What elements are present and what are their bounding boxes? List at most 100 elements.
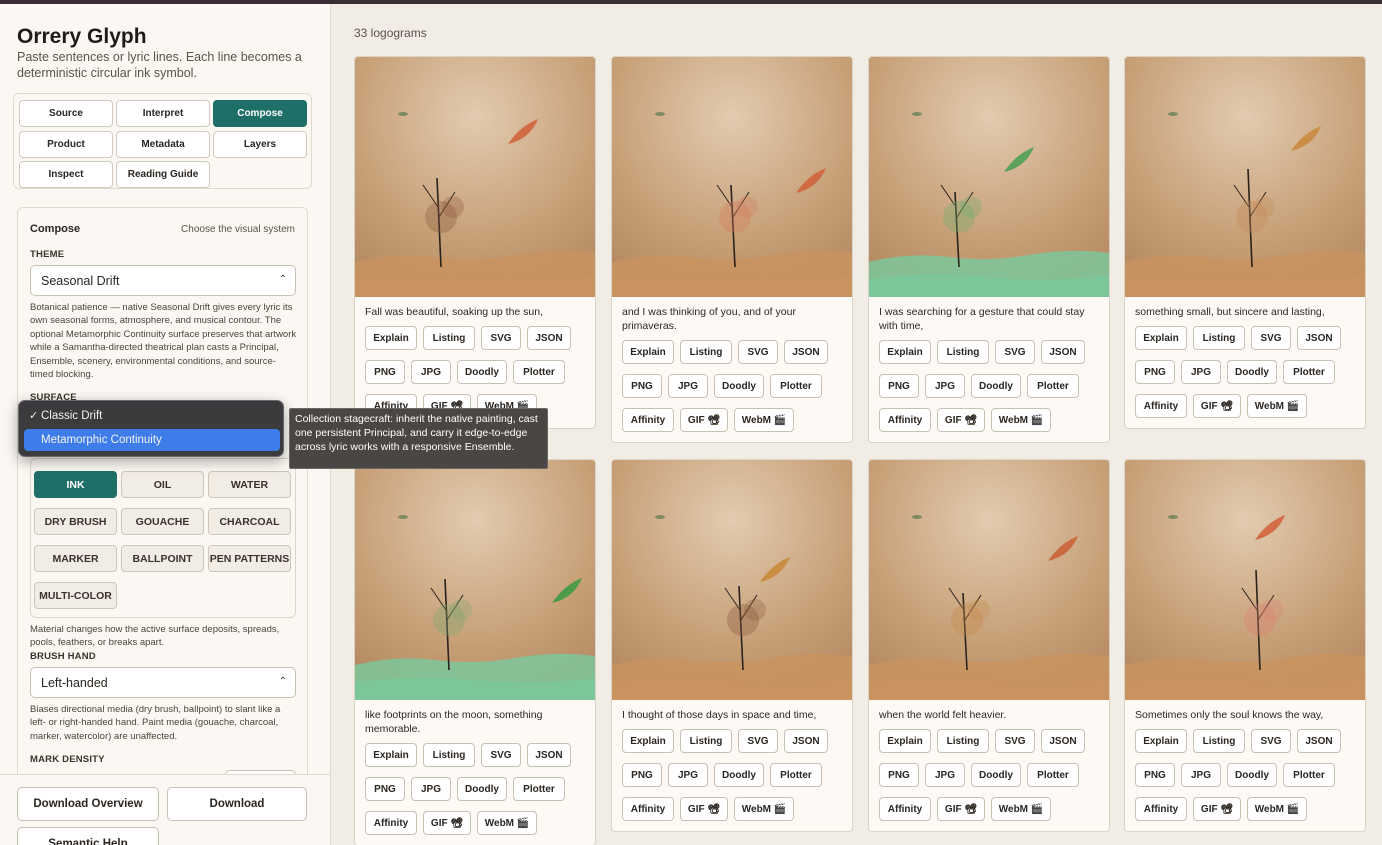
png-button[interactable]: PNG: [879, 374, 919, 398]
webm-button[interactable]: WebM 🎬: [1247, 394, 1307, 418]
webm-button[interactable]: WebM 🎬: [734, 408, 794, 432]
material-charcoal[interactable]: CHARCOAL: [208, 508, 291, 535]
explain-button[interactable]: Explain: [879, 729, 931, 753]
surface-option-classic-drift[interactable]: ✓ Classic Drift: [24, 405, 280, 427]
webm-button[interactable]: WebM 🎬: [734, 797, 794, 821]
plotter-button[interactable]: Plotter: [1283, 763, 1335, 787]
doodly-button[interactable]: Doodly: [457, 360, 507, 384]
affinity-button[interactable]: Affinity: [622, 408, 674, 432]
explain-button[interactable]: Explain: [365, 743, 417, 767]
gif-button[interactable]: GIF 📽: [937, 797, 985, 821]
svg-button[interactable]: SVG: [1251, 729, 1291, 753]
download-overview-button[interactable]: Download Overview: [17, 787, 159, 821]
doodly-button[interactable]: Doodly: [714, 374, 764, 398]
tab-source[interactable]: Source: [19, 100, 113, 127]
plotter-button[interactable]: Plotter: [1027, 763, 1079, 787]
listing-button[interactable]: Listing: [680, 340, 732, 364]
tab-metadata[interactable]: Metadata: [116, 131, 210, 158]
png-button[interactable]: PNG: [365, 360, 405, 384]
doodly-button[interactable]: Doodly: [1227, 763, 1277, 787]
logogram-artwork[interactable]: [355, 57, 595, 297]
affinity-button[interactable]: Affinity: [622, 797, 674, 821]
tab-reading-guide[interactable]: Reading Guide: [116, 161, 210, 188]
svg-button[interactable]: SVG: [481, 743, 521, 767]
png-button[interactable]: PNG: [365, 777, 405, 801]
json-button[interactable]: JSON: [1041, 729, 1085, 753]
jpg-button[interactable]: JPG: [411, 360, 451, 384]
listing-button[interactable]: Listing: [1193, 326, 1245, 350]
plotter-button[interactable]: Plotter: [513, 777, 565, 801]
explain-button[interactable]: Explain: [1135, 729, 1187, 753]
json-button[interactable]: JSON: [1041, 340, 1085, 364]
listing-button[interactable]: Listing: [937, 340, 989, 364]
gif-button[interactable]: GIF 📽: [680, 408, 728, 432]
doodly-button[interactable]: Doodly: [971, 763, 1021, 787]
png-button[interactable]: PNG: [1135, 360, 1175, 384]
logogram-artwork[interactable]: [612, 57, 852, 297]
tab-product[interactable]: Product: [19, 131, 113, 158]
jpg-button[interactable]: JPG: [668, 374, 708, 398]
material-ink[interactable]: INK: [34, 471, 117, 498]
material-gouache[interactable]: GOUACHE: [121, 508, 204, 535]
png-button[interactable]: PNG: [622, 763, 662, 787]
brush-hand-select[interactable]: Left-handed ⌃: [30, 667, 296, 698]
material-oil[interactable]: OIL: [121, 471, 204, 498]
png-button[interactable]: PNG: [622, 374, 662, 398]
semantic-help-button[interactable]: Semantic Help: [17, 827, 159, 845]
jpg-button[interactable]: JPG: [1181, 360, 1221, 384]
svg-button[interactable]: SVG: [481, 326, 521, 350]
explain-button[interactable]: Explain: [622, 340, 674, 364]
doodly-button[interactable]: Doodly: [1227, 360, 1277, 384]
listing-button[interactable]: Listing: [1193, 729, 1245, 753]
logogram-artwork[interactable]: [1125, 460, 1365, 700]
logogram-artwork[interactable]: [869, 460, 1109, 700]
material-pen-patterns[interactable]: PEN PATTERNS: [208, 545, 291, 572]
json-button[interactable]: JSON: [527, 743, 571, 767]
affinity-button[interactable]: Affinity: [879, 797, 931, 821]
logogram-artwork[interactable]: [355, 460, 595, 700]
affinity-button[interactable]: Affinity: [365, 811, 417, 835]
explain-button[interactable]: Explain: [622, 729, 674, 753]
tab-inspect[interactable]: Inspect: [19, 161, 113, 188]
svg-button[interactable]: SVG: [995, 340, 1035, 364]
plotter-button[interactable]: Plotter: [1283, 360, 1335, 384]
material-water[interactable]: WATER: [208, 471, 291, 498]
plotter-button[interactable]: Plotter: [770, 374, 822, 398]
webm-button[interactable]: WebM 🎬: [477, 811, 537, 835]
affinity-button[interactable]: Affinity: [1135, 394, 1187, 418]
logogram-artwork[interactable]: [612, 460, 852, 700]
tab-compose[interactable]: Compose: [213, 100, 307, 127]
plotter-button[interactable]: Plotter: [770, 763, 822, 787]
json-button[interactable]: JSON: [1297, 326, 1341, 350]
webm-button[interactable]: WebM 🎬: [991, 797, 1051, 821]
listing-button[interactable]: Listing: [423, 326, 475, 350]
plotter-button[interactable]: Plotter: [1027, 374, 1079, 398]
theme-select[interactable]: Seasonal Drift ⌃: [30, 265, 296, 296]
tab-layers[interactable]: Layers: [213, 131, 307, 158]
explain-button[interactable]: Explain: [879, 340, 931, 364]
gif-button[interactable]: GIF 📽: [423, 811, 471, 835]
png-button[interactable]: PNG: [879, 763, 919, 787]
logogram-artwork[interactable]: [1125, 57, 1365, 297]
plotter-button[interactable]: Plotter: [513, 360, 565, 384]
surface-option-metamorphic-continuity[interactable]: Metamorphic Continuity: [24, 429, 280, 451]
listing-button[interactable]: Listing: [423, 743, 475, 767]
svg-button[interactable]: SVG: [738, 340, 778, 364]
jpg-button[interactable]: JPG: [1181, 763, 1221, 787]
doodly-button[interactable]: Doodly: [457, 777, 507, 801]
material-marker[interactable]: MARKER: [34, 545, 117, 572]
explain-button[interactable]: Explain: [1135, 326, 1187, 350]
tab-interpret[interactable]: Interpret: [116, 100, 210, 127]
gif-button[interactable]: GIF 📽: [1193, 394, 1241, 418]
gif-button[interactable]: GIF 📽: [1193, 797, 1241, 821]
json-button[interactable]: JSON: [784, 340, 828, 364]
listing-button[interactable]: Listing: [680, 729, 732, 753]
gif-button[interactable]: GIF 📽: [937, 408, 985, 432]
json-button[interactable]: JSON: [784, 729, 828, 753]
json-button[interactable]: JSON: [527, 326, 571, 350]
jpg-button[interactable]: JPG: [411, 777, 451, 801]
webm-button[interactable]: WebM 🎬: [991, 408, 1051, 432]
jpg-button[interactable]: JPG: [925, 763, 965, 787]
material-dry-brush[interactable]: DRY BRUSH: [34, 508, 117, 535]
jpg-button[interactable]: JPG: [925, 374, 965, 398]
